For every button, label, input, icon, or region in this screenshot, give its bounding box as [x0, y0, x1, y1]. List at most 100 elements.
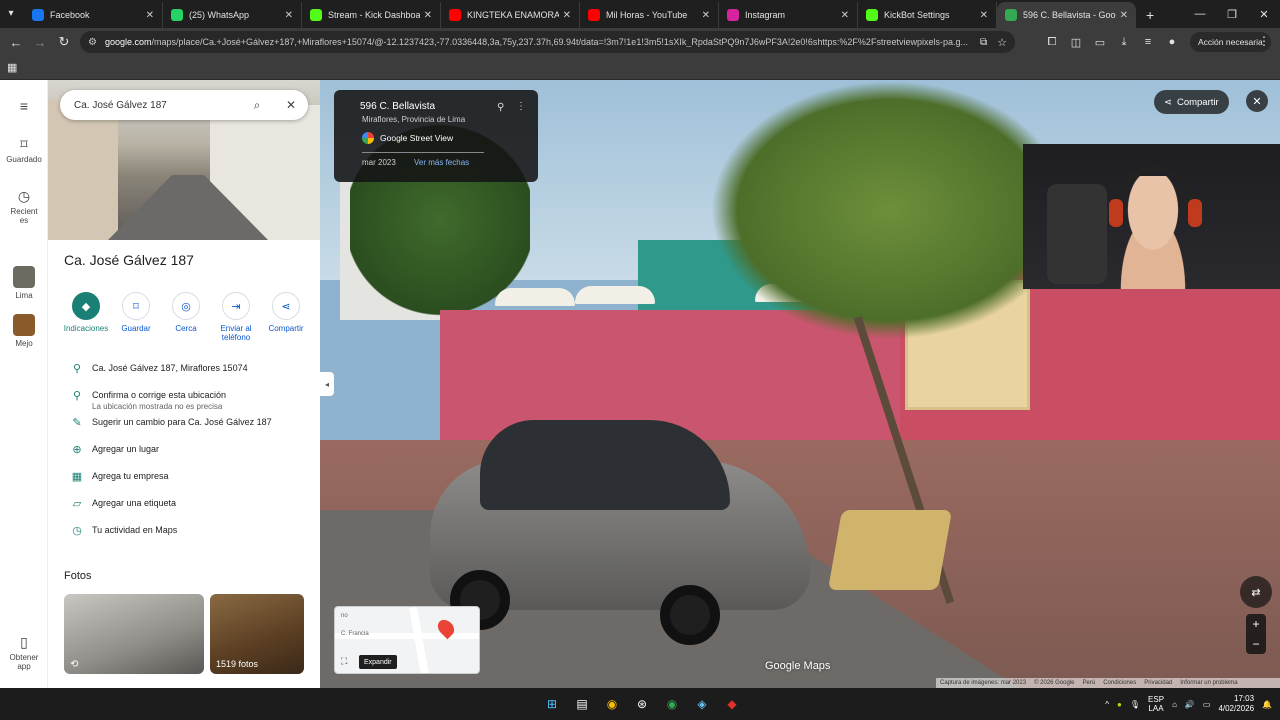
more-options-icon[interactable]: ⋮: [516, 101, 526, 112]
cast-icon[interactable]: ▭: [1088, 36, 1112, 49]
address-bar[interactable]: ⚙ google.com/maps/place/Ca.+José+Gálvez+…: [80, 31, 1015, 53]
browser-tab[interactable]: KINGTEKA ENAMORA ✕: [441, 2, 580, 28]
minimize-icon[interactable]: —: [1184, 0, 1216, 28]
tab-close-icon[interactable]: ✕: [424, 10, 432, 21]
search-icon[interactable]: ⌕: [240, 98, 274, 113]
network-icon[interactable]: ⌂: [1172, 700, 1177, 709]
chevron-up-icon[interactable]: ^: [1105, 700, 1109, 709]
rail-item-saved[interactable]: ⌑ Guardado: [0, 136, 48, 164]
zoom-out-button[interactable]: −: [1246, 634, 1266, 654]
browser-tab[interactable]: (25) WhatsApp ✕: [163, 2, 302, 28]
action-label: Indicaciones: [63, 324, 109, 333]
profile-icon[interactable]: ●: [1160, 36, 1184, 48]
info-row[interactable]: ⚲ Confirma o corrige esta ubicación La ubi…: [62, 389, 312, 416]
tab-favicon-icon: [171, 9, 183, 21]
volume-icon[interactable]: 🔊: [1185, 700, 1195, 709]
footer-link[interactable]: © 2026 Google: [1034, 680, 1074, 686]
footer-link[interactable]: Perú: [1083, 680, 1096, 686]
reload-icon[interactable]: ↻: [52, 30, 76, 54]
browser-tab[interactable]: Stream - Kick Dashboard ✕: [302, 2, 441, 28]
apps-grid-icon[interactable]: ▦: [7, 61, 17, 74]
info-row[interactable]: ✎ Sugerir un cambio para Ca. José Gálvez …: [62, 416, 312, 443]
minimap[interactable]: C. Francia no ⛶ Expandir: [334, 606, 480, 674]
info-text: Agrega tu empresa: [92, 470, 312, 482]
browser-tab[interactable]: KickBot Settings ✕: [858, 2, 997, 28]
compass-icon[interactable]: ⇄: [1240, 576, 1272, 608]
menu-button[interactable]: ≡: [0, 98, 48, 116]
expand-map-button[interactable]: Expandir: [359, 655, 397, 669]
tab-search-icon[interactable]: ▾: [4, 6, 18, 20]
share-button[interactable]: ⋖ Compartir: [1154, 90, 1229, 114]
rail-item-get-app[interactable]: ▯ Obtener app: [0, 634, 48, 671]
browser-tab[interactable]: 596 C. Bellavista - Google ✕: [997, 2, 1136, 28]
tab-close-icon[interactable]: ✕: [146, 10, 154, 21]
screenshot-icon[interactable]: ◫: [1064, 36, 1088, 49]
close-icon[interactable]: ✕: [274, 98, 308, 112]
action-nearby[interactable]: ◎ Cerca: [162, 292, 210, 342]
street-view[interactable]: 596 C. Bellavista Miraflores, Provincia …: [320, 80, 1280, 688]
chrome-icon[interactable]: ◉: [600, 692, 624, 716]
search-box[interactable]: Ca. José Gálvez 187 ⌕ ✕: [60, 90, 308, 120]
collapse-panel-button[interactable]: ◂: [320, 372, 334, 396]
app-icon[interactable]: ⊛: [630, 692, 654, 716]
extensions-icon[interactable]: ⧠: [1040, 36, 1064, 49]
install-icon[interactable]: ⧉: [980, 37, 987, 48]
browser-tab[interactable]: Mil Horas - YouTube ✕: [580, 2, 719, 28]
action-send-to-phone[interactable]: ⇥ Enviar al teléfono: [212, 292, 260, 342]
info-row[interactable]: ◷ Tu actividad en Maps: [62, 524, 312, 551]
start-icon[interactable]: ⊞: [540, 692, 564, 716]
info-row[interactable]: ⊕ Agregar un lugar: [62, 443, 312, 470]
downloads-icon[interactable]: ⤓: [1112, 36, 1136, 49]
app-icon[interactable]: ▤: [570, 692, 594, 716]
tab-close-icon[interactable]: ✕: [702, 10, 710, 21]
footer-link[interactable]: Condiciones: [1103, 680, 1136, 686]
bookmark-star-icon[interactable]: ☆: [997, 36, 1007, 49]
history-icon: ◷: [72, 525, 82, 537]
microphone-icon[interactable]: 🎙: [1130, 700, 1140, 709]
language-indicator[interactable]: ESP LAA: [1148, 695, 1164, 713]
forward-icon[interactable]: →: [28, 30, 52, 54]
tray-app-icon[interactable]: ●: [1117, 700, 1122, 709]
app-icon[interactable]: ◆: [720, 692, 744, 716]
search-input[interactable]: Ca. José Gálvez 187: [74, 100, 240, 111]
info-row[interactable]: ▱ Agregar una etiqueta: [62, 497, 312, 524]
tab-close-icon[interactable]: ✕: [841, 10, 849, 21]
notifications-icon[interactable]: 🔔: [1262, 700, 1272, 709]
site-info-icon[interactable]: ⚙: [88, 37, 97, 48]
rail-item-recent[interactable]: ◷ Recientes: [0, 188, 48, 225]
clock[interactable]: 17:03 4/02/2026: [1218, 694, 1254, 714]
footer-link[interactable]: Privacidad: [1144, 680, 1172, 686]
back-icon[interactable]: ←: [4, 30, 28, 54]
rail-item-lima[interactable]: Lima: [0, 266, 48, 300]
browser-tab[interactable]: Instagram ✕: [719, 2, 858, 28]
info-row[interactable]: ⚲ Ca. José Gálvez 187, Miraflores 15074: [62, 362, 312, 389]
browser-menu-icon[interactable]: ⋮: [1258, 34, 1270, 48]
footer-link[interactable]: Informar un problema: [1180, 680, 1237, 686]
action-share[interactable]: ⋖ Compartir: [262, 292, 310, 342]
new-tab-button[interactable]: +: [1146, 2, 1154, 28]
google-logo-icon: [362, 132, 374, 144]
tab-close-icon[interactable]: ✕: [980, 10, 988, 21]
location-pin-icon[interactable]: ⚲: [497, 102, 504, 113]
battery-icon[interactable]: ▭: [1203, 700, 1211, 709]
see-more-dates-link[interactable]: Ver más fechas: [414, 158, 469, 167]
media-icon[interactable]: ≡: [1136, 36, 1160, 48]
fullscreen-icon[interactable]: ⛶: [341, 656, 347, 667]
photo-thumbnail[interactable]: ⟲: [64, 594, 204, 674]
action-directions[interactable]: ◆ Indicaciones: [62, 292, 110, 342]
clock-time: 17:03: [1234, 694, 1255, 703]
browser-tab[interactable]: Facebook ✕: [24, 2, 163, 28]
maximize-icon[interactable]: ❐: [1216, 0, 1248, 28]
action-bookmark[interactable]: ⌑ Guardar: [112, 292, 160, 342]
rail-item-mejo[interactable]: Mejo: [0, 314, 48, 348]
zoom-in-button[interactable]: +: [1246, 614, 1266, 634]
chrome-icon[interactable]: ◉: [660, 692, 684, 716]
close-window-icon[interactable]: ✕: [1248, 0, 1280, 28]
info-row[interactable]: ▦ Agrega tu empresa: [62, 470, 312, 497]
tab-close-icon[interactable]: ✕: [285, 10, 293, 21]
close-street-view-button[interactable]: ✕: [1246, 90, 1268, 112]
tab-close-icon[interactable]: ✕: [1120, 10, 1128, 21]
photo-thumbnail[interactable]: 1519 fotos: [210, 594, 304, 674]
tab-close-icon[interactable]: ✕: [563, 10, 571, 21]
steam-icon[interactable]: ◈: [690, 692, 714, 716]
